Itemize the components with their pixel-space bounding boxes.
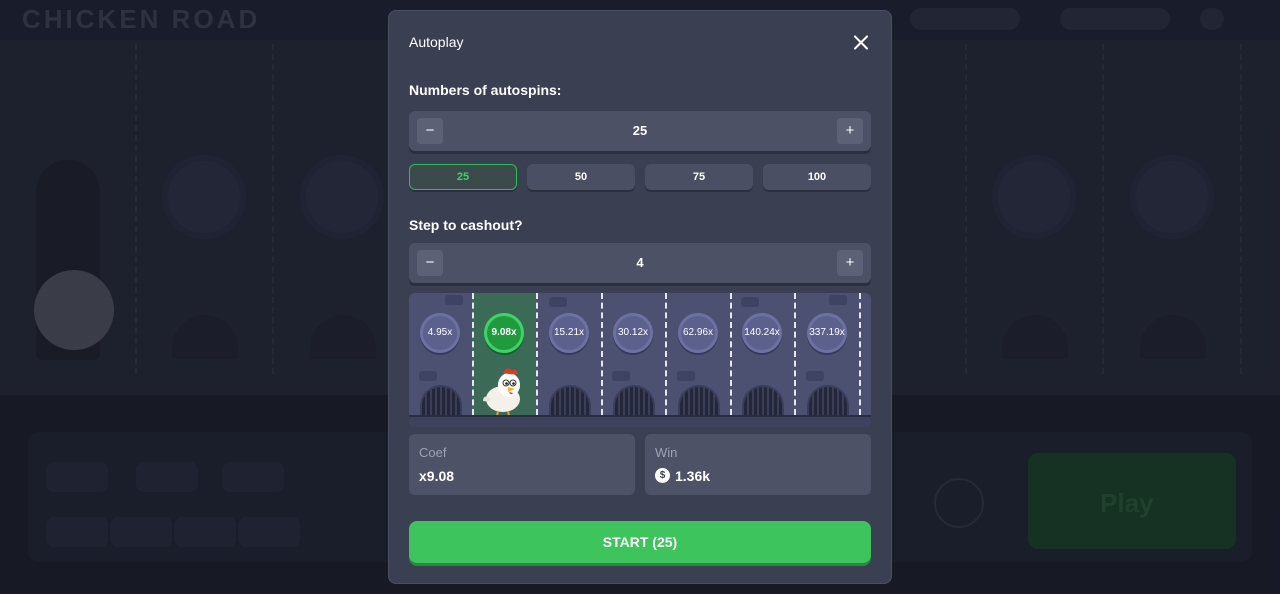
manhole-icon xyxy=(613,385,655,415)
win-box: Win $ 1.36k xyxy=(645,434,871,495)
coef-box: Coef x9.08 xyxy=(409,434,635,495)
road-block xyxy=(829,295,847,305)
multiplier-coin: 30.12x xyxy=(613,313,653,353)
multiplier-coin: 140.24x xyxy=(742,313,782,353)
multiplier-coin: 337.19x xyxy=(807,313,847,353)
preset-100-button[interactable]: 100 xyxy=(763,164,871,190)
lane-divider xyxy=(536,293,538,415)
road-block xyxy=(806,371,824,381)
lane-divider xyxy=(859,293,861,415)
cashout-value[interactable]: 4 xyxy=(409,255,871,270)
multiplier-coin: 15.21x xyxy=(549,313,589,353)
coef-label: Coef xyxy=(419,445,447,460)
cashout-stepper: − 4 + xyxy=(409,243,871,283)
multiplier-coin: 62.96x xyxy=(678,313,718,353)
autospins-increase-button[interactable]: + xyxy=(837,118,863,144)
preset-50-button[interactable]: 50 xyxy=(527,164,635,190)
win-value: 1.36k xyxy=(675,468,711,484)
lane-divider xyxy=(472,293,474,415)
manhole-icon xyxy=(678,385,720,415)
modal-title: Autoplay xyxy=(409,34,464,50)
manhole-icon xyxy=(742,385,784,415)
multiplier-coin-active: 9.08x xyxy=(484,313,524,353)
road-block xyxy=(549,297,567,307)
autoplay-modal: Autoplay Numbers of autospins: − 25 + 25… xyxy=(388,10,892,584)
dollar-coin-icon: $ xyxy=(655,468,670,483)
coef-value: x9.08 xyxy=(419,468,455,484)
road-block xyxy=(419,371,437,381)
road-preview: 4.95x 9.08x 15.21x 30.12x 62.96x 140.24x… xyxy=(409,293,871,427)
cashout-increase-button[interactable]: + xyxy=(837,250,863,276)
autospins-label: Numbers of autospins: xyxy=(409,82,562,98)
lane-divider xyxy=(730,293,732,415)
preset-75-button[interactable]: 75 xyxy=(645,164,753,190)
autospins-value[interactable]: 25 xyxy=(409,123,871,138)
road-block xyxy=(612,371,630,381)
manhole-icon xyxy=(420,385,462,415)
road-base xyxy=(409,415,871,427)
lane-divider xyxy=(794,293,796,415)
lane-divider xyxy=(601,293,603,415)
lane-divider xyxy=(665,293,667,415)
road-block xyxy=(741,297,759,307)
road-block xyxy=(677,371,695,381)
chicken-icon xyxy=(483,368,520,417)
road-block xyxy=(445,295,463,305)
autospins-stepper: − 25 + xyxy=(409,111,871,151)
start-autoplay-button[interactable]: START (25) xyxy=(409,521,871,563)
multiplier-coin: 4.95x xyxy=(420,313,460,353)
win-label: Win xyxy=(655,445,678,460)
preset-25-button[interactable]: 25 xyxy=(409,164,517,190)
manhole-icon xyxy=(807,385,849,415)
manhole-icon xyxy=(549,385,591,415)
close-icon[interactable] xyxy=(848,30,874,56)
cashout-label: Step to cashout? xyxy=(409,217,523,233)
